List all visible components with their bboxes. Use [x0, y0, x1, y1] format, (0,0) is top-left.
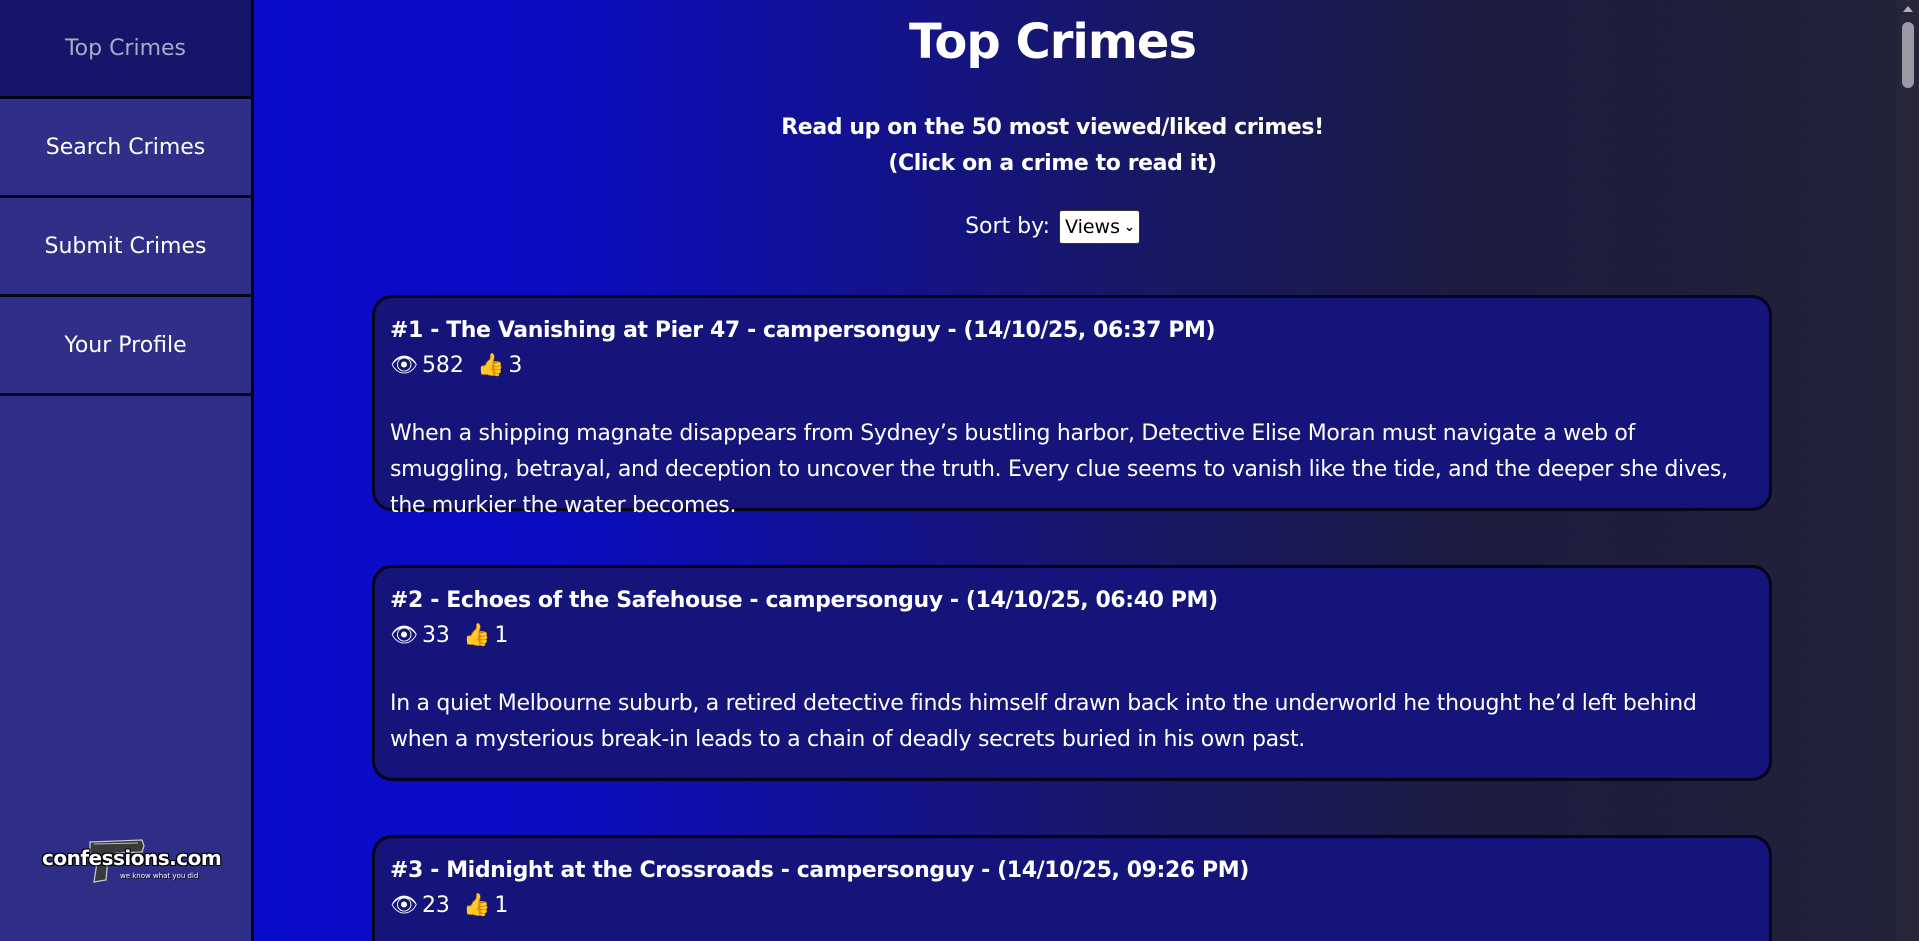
sidebar-item-top-crimes[interactable]: Top Crimes: [0, 0, 251, 99]
crime-stats: 👁 33 👍 1: [390, 620, 1754, 652]
chevron-down-icon: ⌄: [1123, 219, 1135, 235]
crime-likes: 3: [508, 353, 523, 378]
sort-selected-value: Views: [1064, 216, 1120, 238]
page-title: Top Crimes: [909, 14, 1197, 70]
crime-views: 582: [421, 353, 464, 378]
crime-likes: 1: [494, 623, 509, 648]
scroll-thumb[interactable]: [1902, 22, 1914, 88]
logo-text: confessions.com: [42, 846, 222, 870]
crime-card[interactable]: #2 - Echoes of the Safehouse - camperson…: [372, 565, 1772, 781]
crime-card[interactable]: #3 - Midnight at the Crossroads - camper…: [372, 835, 1772, 941]
crime-stats: 👁 582 👍 3: [390, 350, 1754, 382]
sidebar-item-label: Search Crimes: [45, 134, 206, 160]
crime-heading: #3 - Midnight at the Crossroads - camper…: [390, 858, 1249, 883]
sort-select[interactable]: Views ⌄: [1058, 210, 1140, 244]
thumbs-up-icon: 👍: [462, 623, 491, 648]
crime-heading: #1 - The Vanishing at Pier 47 - camperso…: [390, 318, 1216, 343]
crime-likes: 1: [494, 893, 509, 918]
thumbs-up-icon: 👍: [476, 353, 505, 378]
crime-views: 23: [421, 893, 450, 918]
logo-tagline: we know what you did: [120, 872, 199, 880]
eye-icon: 👁: [390, 353, 418, 378]
sort-control: Sort by: Views ⌄: [254, 210, 1851, 244]
sidebar-item-submit-crimes[interactable]: Submit Crimes: [0, 198, 251, 297]
sidebar-item-label: Top Crimes: [64, 35, 187, 61]
crime-description: When a shipping magnate disappears from …: [390, 421, 1728, 518]
sort-label: Sort by:: [965, 214, 1050, 239]
crime-views: 33: [421, 623, 450, 648]
sidebar-item-your-profile[interactable]: Your Profile: [0, 297, 251, 396]
main-content: Top Crimes Read up on the 50 most viewed…: [254, 0, 1895, 941]
page-subtitle: Read up on the 50 most viewed/liked crim…: [254, 110, 1851, 182]
subtitle-line-1: Read up on the 50 most viewed/liked crim…: [781, 115, 1324, 140]
sidebar-item-label: Your Profile: [64, 332, 187, 358]
eye-icon: 👁: [390, 623, 418, 648]
site-logo[interactable]: confessions.com we know what you did: [40, 832, 222, 892]
thumbs-up-icon: 👍: [462, 893, 491, 918]
crime-description: In a quiet Melbourne suburb, a retired d…: [390, 691, 1697, 752]
subtitle-line-2: (Click on a crime to read it): [888, 151, 1217, 176]
crime-stats: 👁 23 👍 1: [390, 890, 1754, 922]
scroll-up-arrow-icon[interactable]: [1903, 6, 1913, 12]
crime-card[interactable]: #1 - The Vanishing at Pier 47 - camperso…: [372, 295, 1772, 518]
crime-heading: #2 - Echoes of the Safehouse - camperson…: [390, 588, 1218, 613]
page-scrollbar[interactable]: [1897, 0, 1919, 941]
sidebar-item-search-crimes[interactable]: Search Crimes: [0, 99, 251, 198]
sidebar-item-label: Submit Crimes: [44, 233, 207, 259]
sidebar: Top Crimes Search Crimes Submit Crimes Y…: [0, 0, 254, 941]
eye-icon: 👁: [390, 893, 418, 918]
